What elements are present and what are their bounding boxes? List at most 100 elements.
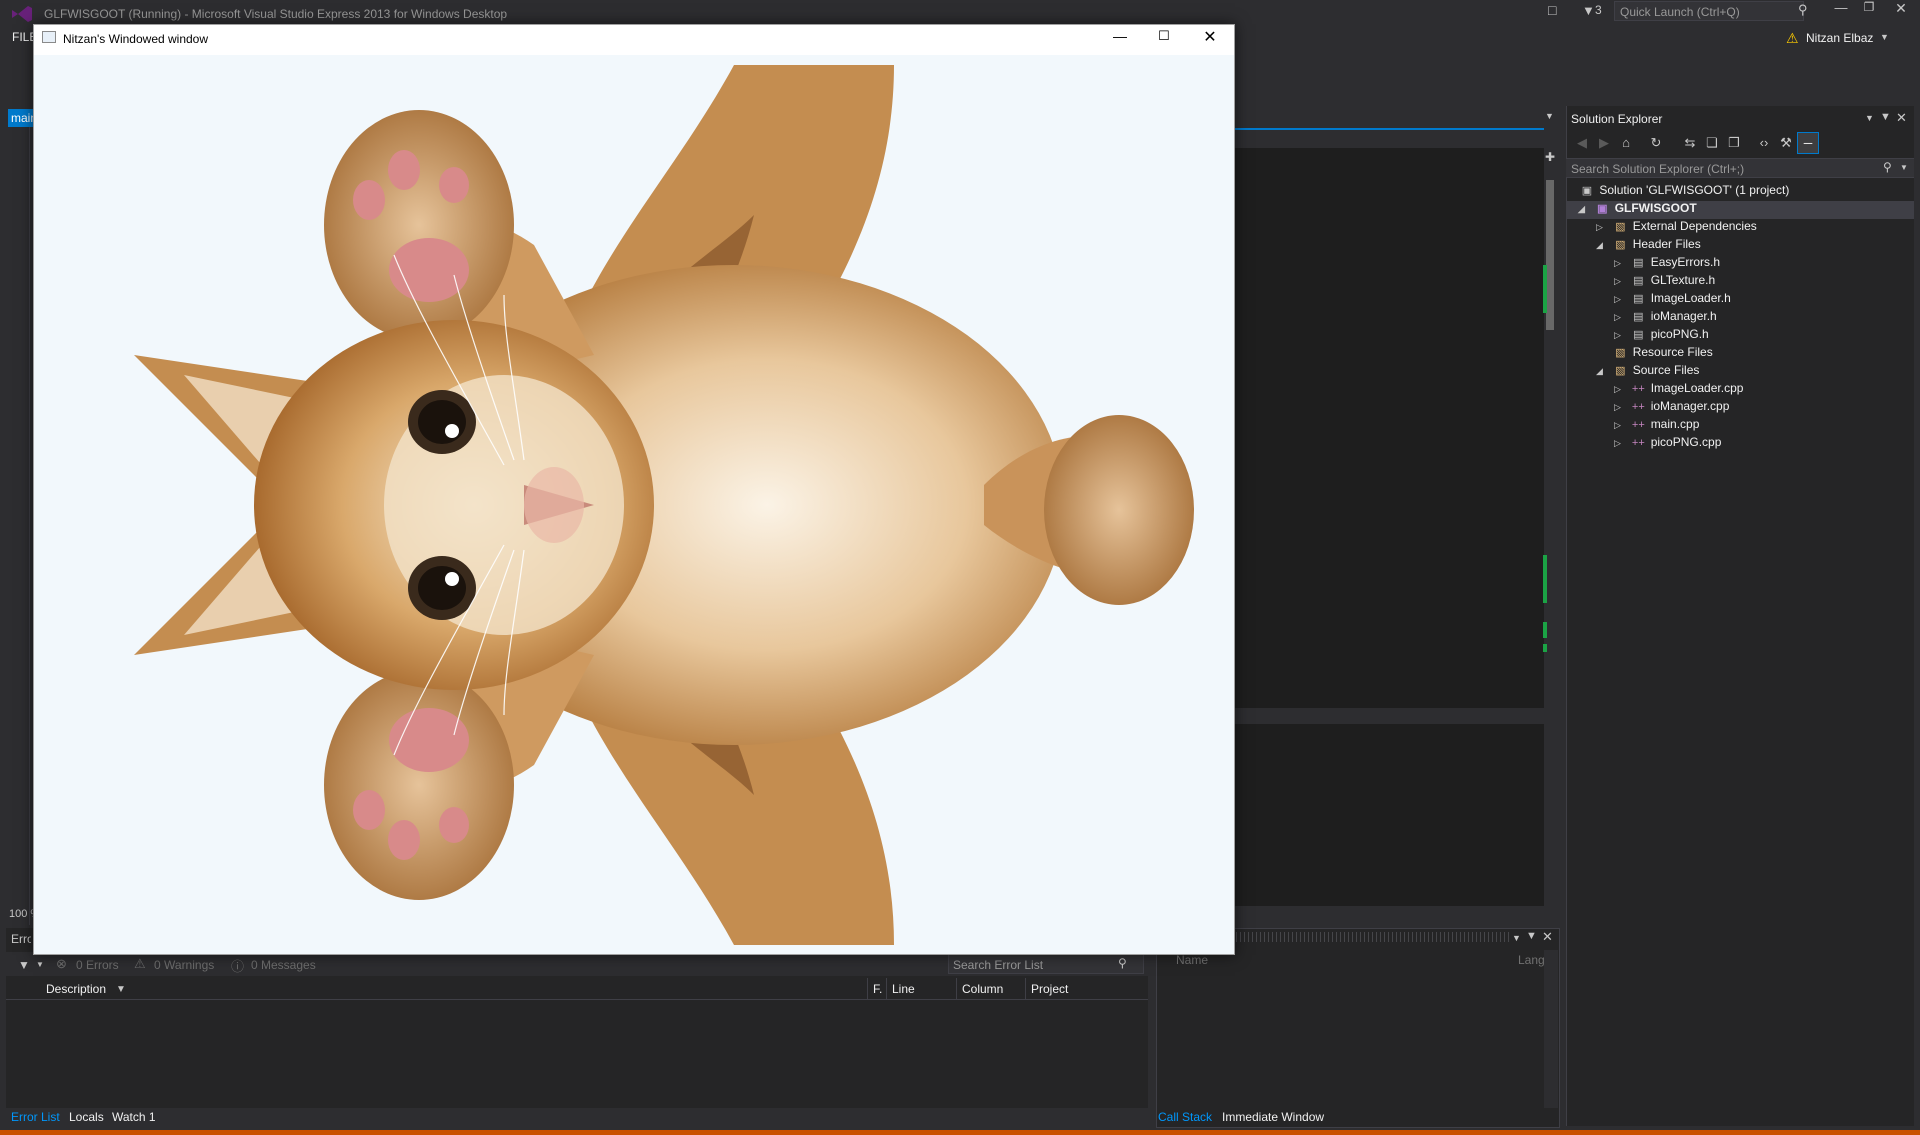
tab-immediate-window[interactable]: Immediate Window — [1222, 1110, 1324, 1124]
column-header-line[interactable]: Line — [892, 982, 915, 996]
scrollbar-thumb[interactable] — [1546, 180, 1554, 330]
errors-filter-button[interactable]: 0 Errors — [76, 958, 119, 972]
notifications-icon[interactable]: □ — [1548, 2, 1556, 18]
properties-wrench-icon[interactable]: ⚒ — [1778, 135, 1794, 151]
tree-item-file[interactable]: ▷ ▤ EasyErrors.h — [1614, 255, 1720, 273]
filter-icon[interactable]: ▼ — [18, 958, 30, 972]
warning-icon[interactable]: ⚠ — [134, 956, 146, 972]
close-icon[interactable]: ✕ — [1896, 110, 1907, 126]
editor-horizontal-scrollbar[interactable] — [1234, 906, 1544, 920]
call-stack-scrollbar[interactable] — [1544, 950, 1558, 1108]
preview-selected-items-icon[interactable]: ─ — [1797, 132, 1819, 154]
error-icon[interactable]: ⊗ — [56, 956, 67, 972]
tree-item-file[interactable]: ▷ ++ picoPNG.cpp — [1614, 435, 1721, 453]
column-header-file[interactable]: F. — [873, 982, 882, 996]
column-header-name[interactable]: Name — [1176, 953, 1208, 967]
view-code-icon[interactable]: ‹› — [1756, 135, 1772, 150]
column-header-description[interactable]: Description — [46, 982, 106, 996]
app-maximize-button[interactable]: ☐ — [1152, 28, 1176, 48]
vs-minimize-button[interactable]: — — [1830, 0, 1852, 20]
tab-locals[interactable]: Locals — [69, 1110, 104, 1124]
quick-launch-input[interactable]: Quick Launch (Ctrl+Q) — [1614, 1, 1804, 21]
chevron-down-icon[interactable]: ▼ — [36, 960, 44, 969]
column-separator[interactable] — [886, 978, 887, 1000]
expanded-arrow-icon[interactable]: ◢ — [1578, 204, 1590, 215]
close-icon[interactable]: ✕ — [1542, 929, 1553, 945]
expanded-arrow-icon[interactable]: ◢ — [1596, 240, 1608, 251]
search-icon[interactable]: ⚲ — [1883, 160, 1892, 174]
forward-icon[interactable]: ▶ — [1596, 135, 1612, 151]
collapse-all-icon[interactable]: ❏ — [1704, 135, 1720, 151]
tree-item-file[interactable]: ▷ ++ ioManager.cpp — [1614, 399, 1729, 417]
sync-icon[interactable]: ⇆ — [1682, 135, 1698, 151]
pin-icon[interactable]: ▼ — [1526, 930, 1537, 942]
tree-item-file[interactable]: ▷ ▤ ioManager.h — [1614, 309, 1717, 327]
column-separator[interactable] — [867, 978, 868, 1000]
column-separator[interactable] — [956, 978, 957, 1000]
chevron-down-icon[interactable]: ▼ — [1900, 163, 1908, 172]
chevron-down-icon[interactable]: ▼ — [1865, 113, 1874, 123]
warnings-filter-button[interactable]: 0 Warnings — [154, 958, 214, 972]
column-header-project[interactable]: Project — [1031, 982, 1068, 996]
back-icon[interactable]: ◀ — [1574, 135, 1590, 151]
info-icon[interactable]: ⓘ — [231, 956, 244, 975]
app-window-icon[interactable] — [42, 31, 56, 43]
collapsed-arrow-icon[interactable]: ▷ — [1614, 330, 1626, 341]
tree-item-file[interactable]: ▷ ▤ picoPNG.h — [1614, 327, 1709, 345]
messages-filter-button[interactable]: 0 Messages — [251, 958, 316, 972]
collapsed-arrow-icon[interactable]: ▷ — [1614, 438, 1626, 449]
chevron-down-icon[interactable]: ▼ — [1880, 32, 1889, 42]
sort-arrow-icon[interactable]: ▼ — [116, 984, 126, 995]
search-icon[interactable]: ⚲ — [1118, 956, 1127, 970]
tree-item-project[interactable]: ◢ ▣ GLFWISGOOT — [1578, 201, 1697, 219]
vs-close-button[interactable]: ✕ — [1890, 0, 1912, 20]
app-close-button[interactable]: ✕ — [1198, 27, 1222, 47]
pending-changes-icon[interactable]: ↻ — [1648, 135, 1664, 151]
document-tab-main[interactable]: main — [8, 109, 36, 127]
tab-watch-1[interactable]: Watch 1 — [112, 1110, 156, 1124]
collapsed-arrow-icon[interactable]: ▷ — [1614, 258, 1626, 269]
expanded-arrow-icon[interactable]: ◢ — [1596, 366, 1608, 377]
collapsed-arrow-icon[interactable]: ▷ — [1614, 402, 1626, 413]
column-header-lang[interactable]: Lang — [1518, 953, 1545, 967]
tab-error-list[interactable]: Error List — [11, 1110, 60, 1124]
tree-item-resource-files[interactable]: ▧ Resource Files — [1596, 345, 1713, 363]
split-view-icon[interactable]: ✚ — [1545, 150, 1555, 164]
collapsed-arrow-icon[interactable]: ▷ — [1614, 384, 1626, 395]
pin-icon[interactable]: ▼ — [1880, 111, 1891, 123]
tree-item-source-files[interactable]: ◢ ▧ Source Files — [1596, 363, 1699, 381]
editor-split-divider[interactable] — [1234, 708, 1544, 724]
collapsed-arrow-icon[interactable]: ▷ — [1614, 276, 1626, 287]
column-separator[interactable] — [1025, 978, 1026, 1000]
editor-member-dropdown[interactable] — [1234, 128, 1544, 148]
tab-call-stack[interactable]: Call Stack — [1158, 1110, 1212, 1124]
app-window-titlebar[interactable] — [34, 25, 1234, 55]
panel-grip[interactable] — [1236, 932, 1510, 942]
tree-item-external-dependencies[interactable]: ▷ ▧ External Dependencies — [1596, 219, 1757, 237]
solution-explorer-search-input[interactable]: Search Solution Explorer (Ctrl+;) — [1566, 158, 1914, 178]
vs-restore-button[interactable]: ❐ — [1858, 0, 1880, 20]
show-all-files-icon[interactable]: ❐ — [1726, 135, 1742, 151]
column-header-column[interactable]: Column — [962, 982, 1003, 996]
feedback-filter-icon[interactable]: ▼ — [1582, 3, 1595, 18]
code-editor[interactable] — [1234, 128, 1544, 906]
collapsed-arrow-icon[interactable]: ▷ — [1596, 222, 1608, 233]
error-list-search-input[interactable]: Search Error List — [948, 954, 1144, 974]
search-icon[interactable]: ⚲ — [1798, 2, 1808, 18]
collapsed-arrow-icon[interactable]: ▷ — [1614, 420, 1626, 431]
collapsed-arrow-icon[interactable]: ▷ — [1614, 294, 1626, 305]
filter-folder-icon: ▧ — [1615, 365, 1626, 377]
home-icon[interactable]: ⌂ — [1618, 135, 1634, 150]
user-account-name[interactable]: Nitzan Elbaz — [1806, 31, 1873, 45]
tree-item-file[interactable]: ▷ ++ main.cpp — [1614, 417, 1699, 435]
chevron-down-icon[interactable]: ▼ — [1545, 111, 1554, 121]
collapsed-arrow-icon[interactable]: ▷ — [1614, 312, 1626, 323]
tree-item-header-files[interactable]: ◢ ▧ Header Files — [1596, 237, 1701, 255]
chevron-down-icon[interactable]: ▼ — [1512, 933, 1521, 943]
app-minimize-button[interactable]: — — [1108, 28, 1132, 48]
tree-item-file[interactable]: ▷ ++ ImageLoader.cpp — [1614, 381, 1743, 399]
tree-item-file[interactable]: ▷ ▤ ImageLoader.h — [1614, 291, 1731, 309]
warning-icon[interactable]: ⚠ — [1786, 30, 1799, 47]
tree-item-file[interactable]: ▷ ▤ GLTexture.h — [1614, 273, 1715, 291]
tree-item-solution[interactable]: ▣ Solution 'GLFWISGOOT' (1 project) — [1578, 183, 1790, 201]
